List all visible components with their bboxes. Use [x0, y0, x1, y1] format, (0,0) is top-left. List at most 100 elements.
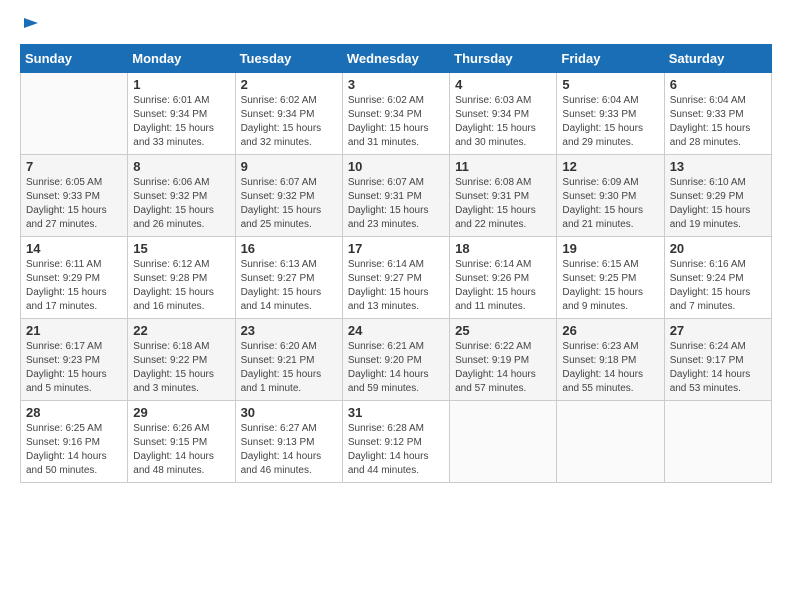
calendar-cell: 28Sunrise: 6:25 AM Sunset: 9:16 PM Dayli… — [21, 401, 128, 483]
calendar-cell: 31 Sunrise: 6:28 AM Sunset: 9:12 PM Dayli… — [342, 401, 449, 483]
day-info: Sunrise: 6:04 AM Sunset: 9:33 PM Dayligh… — [670, 94, 766, 150]
day-info: Sunrise: 6:02 AM Sunset: 9:34 PM Dayligh… — [348, 94, 444, 150]
day-number: 8 — [133, 159, 229, 174]
logo-flag-icon — [22, 16, 40, 34]
week-row-2: 7Sunrise: 6:05 AM Sunset: 9:33 PM Daylig… — [21, 155, 772, 237]
day-number: 26 — [562, 323, 658, 338]
day-info: Sunrise: 6:17 AM Sunset: 9:23 PM Dayligh… — [26, 340, 122, 396]
day-number: 27 — [670, 323, 766, 338]
day-number: 11 — [455, 159, 551, 174]
day-info: Sunrise: 6:26 AM Sunset: 9:15 PM Dayligh… — [133, 422, 229, 478]
day-number: 4 — [455, 77, 551, 92]
day-number: 13 — [670, 159, 766, 174]
day-number: 3 — [348, 77, 444, 92]
week-row-1: 1Sunrise: 6:01 AM Sunset: 9:34 PM Daylig… — [21, 73, 772, 155]
day-info: Sunrise: 6:07 AM Sunset: 9:32 PM Dayligh… — [241, 176, 337, 232]
calendar-cell: 27 Sunrise: 6:24 AM Sunset: 9:17 PM Dayli… — [664, 319, 771, 401]
day-info: Sunrise: 6:15 AM Sunset: 9:25 PM Dayligh… — [562, 258, 658, 314]
day-info: Sunrise: 6:27 AM Sunset: 9:13 PM Dayligh… — [241, 422, 337, 478]
day-number: 7 — [26, 159, 122, 174]
day-info: Sunrise: 6:22 AM Sunset: 9:19 PM Dayligh… — [455, 340, 551, 396]
day-number: 10 — [348, 159, 444, 174]
day-number: 16 — [241, 241, 337, 256]
calendar-cell: 5 Sunrise: 6:04 AM Sunset: 9:33 PM Daylig… — [557, 73, 664, 155]
day-number: 2 — [241, 77, 337, 92]
day-info: Sunrise: 6:20 AM Sunset: 9:21 PM Dayligh… — [241, 340, 337, 396]
day-number: 17 — [348, 241, 444, 256]
day-info: Sunrise: 6:11 AM Sunset: 9:29 PM Dayligh… — [26, 258, 122, 314]
calendar-cell — [664, 401, 771, 483]
calendar-cell: 24Sunrise: 6:21 AM Sunset: 9:20 PM Dayli… — [342, 319, 449, 401]
calendar-cell — [21, 73, 128, 155]
day-number: 25 — [455, 323, 551, 338]
week-row-3: 14 Sunrise: 6:11 AM Sunset: 9:29 PM Dayli… — [21, 237, 772, 319]
calendar-cell: 8 Sunrise: 6:06 AM Sunset: 9:32 PM Daylig… — [128, 155, 235, 237]
week-row-5: 28Sunrise: 6:25 AM Sunset: 9:16 PM Dayli… — [21, 401, 772, 483]
calendar-cell: 23 Sunrise: 6:20 AM Sunset: 9:21 PM Dayli… — [235, 319, 342, 401]
calendar-cell: 13 Sunrise: 6:10 AM Sunset: 9:29 PM Dayli… — [664, 155, 771, 237]
calendar-cell: 7Sunrise: 6:05 AM Sunset: 9:33 PM Daylig… — [21, 155, 128, 237]
day-number: 1 — [133, 77, 229, 92]
calendar-cell: 22 Sunrise: 6:18 AM Sunset: 9:22 PM Dayli… — [128, 319, 235, 401]
day-info: Sunrise: 6:18 AM Sunset: 9:22 PM Dayligh… — [133, 340, 229, 396]
calendar-cell: 17 Sunrise: 6:14 AM Sunset: 9:27 PM Dayli… — [342, 237, 449, 319]
calendar-cell: 30 Sunrise: 6:27 AM Sunset: 9:13 PM Dayli… — [235, 401, 342, 483]
calendar-cell — [450, 401, 557, 483]
day-info: Sunrise: 6:08 AM Sunset: 9:31 PM Dayligh… — [455, 176, 551, 232]
weekday-header-wednesday: Wednesday — [342, 45, 449, 73]
weekday-header-row: SundayMondayTuesdayWednesdayThursdayFrid… — [21, 45, 772, 73]
day-info: Sunrise: 6:24 AM Sunset: 9:17 PM Dayligh… — [670, 340, 766, 396]
calendar-cell: 14 Sunrise: 6:11 AM Sunset: 9:29 PM Dayli… — [21, 237, 128, 319]
day-number: 12 — [562, 159, 658, 174]
calendar-cell: 3 Sunrise: 6:02 AM Sunset: 9:34 PM Daylig… — [342, 73, 449, 155]
header — [20, 20, 772, 34]
day-info: Sunrise: 6:14 AM Sunset: 9:26 PM Dayligh… — [455, 258, 551, 314]
day-info: Sunrise: 6:10 AM Sunset: 9:29 PM Dayligh… — [670, 176, 766, 232]
day-number: 30 — [241, 405, 337, 420]
weekday-header-tuesday: Tuesday — [235, 45, 342, 73]
day-info: Sunrise: 6:28 AM Sunset: 9:12 PM Dayligh… — [348, 422, 444, 478]
calendar-cell: 21Sunrise: 6:17 AM Sunset: 9:23 PM Dayli… — [21, 319, 128, 401]
weekday-header-sunday: Sunday — [21, 45, 128, 73]
day-info: Sunrise: 6:25 AM Sunset: 9:16 PM Dayligh… — [26, 422, 122, 478]
calendar-cell: 2 Sunrise: 6:02 AM Sunset: 9:34 PM Daylig… — [235, 73, 342, 155]
day-number: 18 — [455, 241, 551, 256]
day-info: Sunrise: 6:04 AM Sunset: 9:33 PM Dayligh… — [562, 94, 658, 150]
day-number: 9 — [241, 159, 337, 174]
day-number: 20 — [670, 241, 766, 256]
calendar-cell: 9 Sunrise: 6:07 AM Sunset: 9:32 PM Daylig… — [235, 155, 342, 237]
calendar-cell: 20Sunrise: 6:16 AM Sunset: 9:24 PM Dayli… — [664, 237, 771, 319]
page: SundayMondayTuesdayWednesdayThursdayFrid… — [0, 0, 792, 503]
day-info: Sunrise: 6:21 AM Sunset: 9:20 PM Dayligh… — [348, 340, 444, 396]
calendar-cell — [557, 401, 664, 483]
day-info: Sunrise: 6:02 AM Sunset: 9:34 PM Dayligh… — [241, 94, 337, 150]
calendar-cell: 15 Sunrise: 6:12 AM Sunset: 9:28 PM Dayli… — [128, 237, 235, 319]
calendar-cell: 25 Sunrise: 6:22 AM Sunset: 9:19 PM Dayli… — [450, 319, 557, 401]
calendar-cell: 11 Sunrise: 6:08 AM Sunset: 9:31 PM Dayli… — [450, 155, 557, 237]
day-info: Sunrise: 6:03 AM Sunset: 9:34 PM Dayligh… — [455, 94, 551, 150]
day-info: Sunrise: 6:06 AM Sunset: 9:32 PM Dayligh… — [133, 176, 229, 232]
calendar-cell: 18 Sunrise: 6:14 AM Sunset: 9:26 PM Dayli… — [450, 237, 557, 319]
day-number: 23 — [241, 323, 337, 338]
weekday-header-monday: Monday — [128, 45, 235, 73]
day-number: 29 — [133, 405, 229, 420]
day-number: 19 — [562, 241, 658, 256]
calendar-cell: 4 Sunrise: 6:03 AM Sunset: 9:34 PM Daylig… — [450, 73, 557, 155]
weekday-header-saturday: Saturday — [664, 45, 771, 73]
day-number: 5 — [562, 77, 658, 92]
day-info: Sunrise: 6:07 AM Sunset: 9:31 PM Dayligh… — [348, 176, 444, 232]
day-number: 15 — [133, 241, 229, 256]
calendar-cell: 12 Sunrise: 6:09 AM Sunset: 9:30 PM Dayli… — [557, 155, 664, 237]
week-row-4: 21Sunrise: 6:17 AM Sunset: 9:23 PM Dayli… — [21, 319, 772, 401]
weekday-header-friday: Friday — [557, 45, 664, 73]
day-info: Sunrise: 6:09 AM Sunset: 9:30 PM Dayligh… — [562, 176, 658, 232]
day-number: 31 — [348, 405, 444, 420]
day-number: 22 — [133, 323, 229, 338]
day-info: Sunrise: 6:12 AM Sunset: 9:28 PM Dayligh… — [133, 258, 229, 314]
day-info: Sunrise: 6:23 AM Sunset: 9:18 PM Dayligh… — [562, 340, 658, 396]
day-number: 14 — [26, 241, 122, 256]
calendar-cell: 1Sunrise: 6:01 AM Sunset: 9:34 PM Daylig… — [128, 73, 235, 155]
day-info: Sunrise: 6:14 AM Sunset: 9:27 PM Dayligh… — [348, 258, 444, 314]
calendar-cell: 29 Sunrise: 6:26 AM Sunset: 9:15 PM Dayli… — [128, 401, 235, 483]
calendar-cell: 19 Sunrise: 6:15 AM Sunset: 9:25 PM Dayli… — [557, 237, 664, 319]
